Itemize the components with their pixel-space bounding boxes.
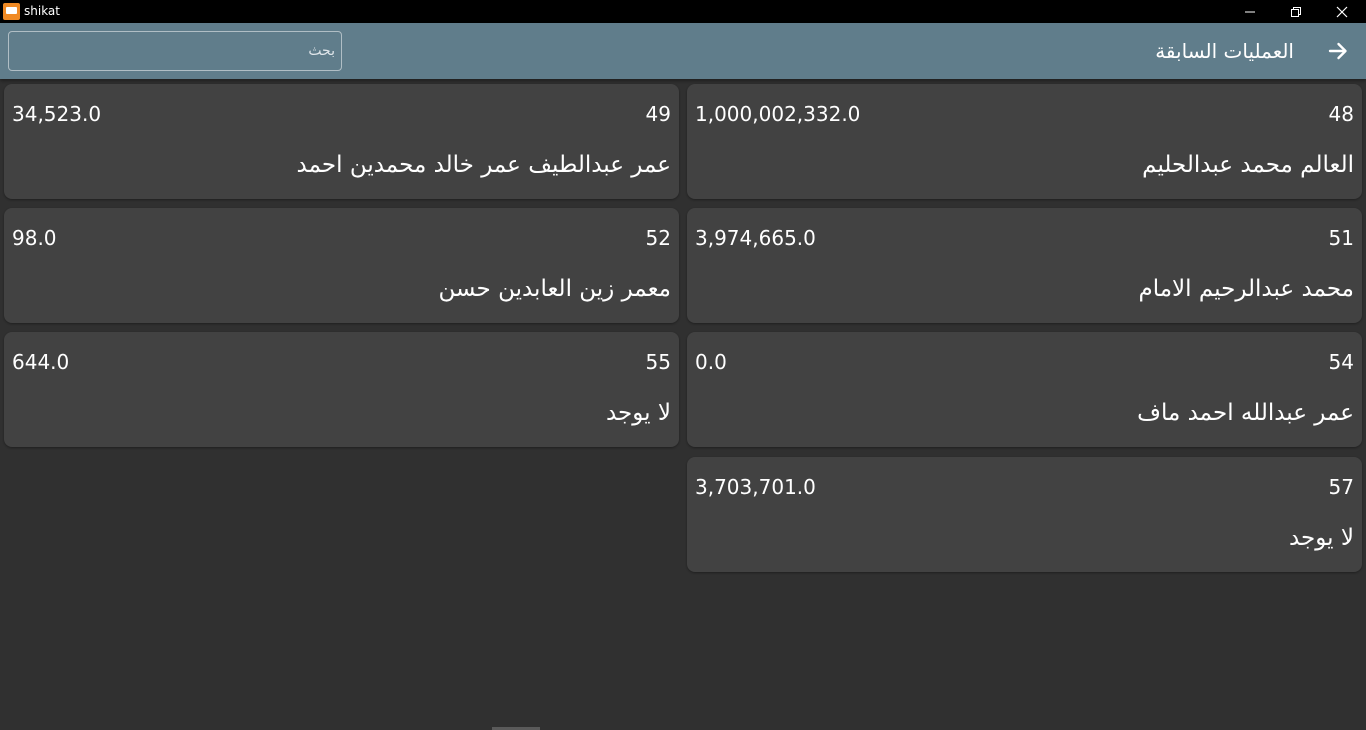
app-icon — [3, 3, 20, 20]
record-amount: 644.0 — [12, 350, 70, 374]
record-name: لا يوجد — [605, 400, 671, 426]
record-number: 55 — [645, 350, 671, 374]
search-field[interactable] — [8, 31, 342, 71]
record-name: لا يوجد — [1288, 525, 1354, 551]
restore-icon — [1291, 7, 1301, 17]
arrow-right-icon — [1328, 42, 1347, 60]
record-name: العالم محمد عبدالحليم — [1142, 152, 1354, 178]
close-button[interactable] — [1319, 0, 1365, 23]
record-number: 48 — [1328, 102, 1354, 126]
record-card[interactable]: 49 34,523.0 عمر عبدالطيف عمر خالد محمدين… — [4, 84, 679, 199]
record-card[interactable]: 48 1,000,002,332.0 العالم محمد عبدالحليم — [687, 84, 1362, 199]
record-number: 57 — [1328, 475, 1354, 499]
record-amount: 3,974,665.0 — [695, 226, 816, 250]
record-number: 54 — [1328, 350, 1354, 374]
record-number: 51 — [1328, 226, 1354, 250]
minimize-button[interactable] — [1227, 0, 1273, 23]
record-card[interactable]: 51 3,974,665.0 محمد عبدالرحيم الامام — [687, 208, 1362, 323]
record-card[interactable]: 55 644.0 لا يوجد — [4, 332, 679, 447]
record-card[interactable]: 54 0.0 عمر عبدالله احمد ماف — [687, 332, 1362, 447]
record-amount: 0.0 — [695, 350, 727, 374]
record-number: 49 — [645, 102, 671, 126]
record-name: عمر عبدالطيف عمر خالد محمدين احمد — [296, 152, 671, 178]
minimize-icon — [1245, 11, 1255, 13]
search-input[interactable] — [9, 32, 341, 70]
window-titlebar: shikat — [0, 0, 1366, 23]
close-icon — [1336, 6, 1348, 18]
record-amount: 3,703,701.0 — [695, 475, 816, 499]
record-name: محمد عبدالرحيم الامام — [1138, 276, 1354, 302]
record-number: 52 — [645, 226, 671, 250]
page-title: العمليات السابقة — [1155, 39, 1294, 63]
app-bar: العمليات السابقة — [0, 23, 1366, 79]
record-card[interactable]: 52 98.0 معمر زين العابدين حسن — [4, 208, 679, 323]
record-amount: 34,523.0 — [12, 102, 102, 126]
window-title: shikat — [24, 4, 60, 18]
record-amount: 1,000,002,332.0 — [695, 102, 861, 126]
record-name: معمر زين العابدين حسن — [438, 276, 671, 302]
records-grid: 48 1,000,002,332.0 العالم محمد عبدالحليم… — [0, 79, 1366, 730]
record-amount: 98.0 — [12, 226, 57, 250]
record-name: عمر عبدالله احمد ماف — [1137, 400, 1354, 426]
back-button[interactable] — [1318, 31, 1358, 71]
record-card[interactable]: 57 3,703,701.0 لا يوجد — [687, 457, 1362, 572]
restore-button[interactable] — [1273, 0, 1319, 23]
